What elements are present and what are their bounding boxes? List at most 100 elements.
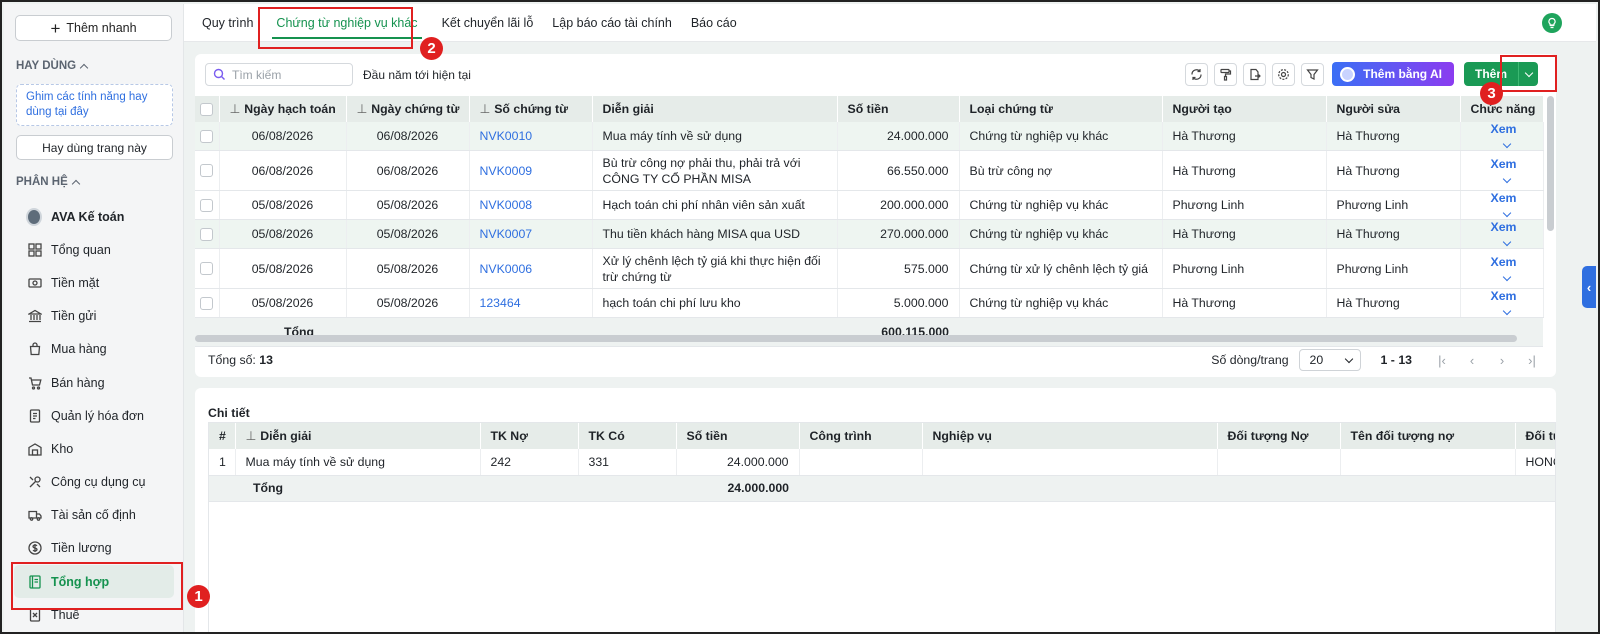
col-nguoi-sua[interactable]: Người sửa <box>1326 96 1461 122</box>
col-so-tien[interactable]: Số tiền <box>837 96 960 122</box>
table-row[interactable]: 05/08/2026 05/08/2026 NVK0008 Hạch toán chi… <box>195 190 1544 220</box>
col-doi-tuong-no[interactable]: Đối tượng Nợ <box>1217 423 1341 449</box>
sidebar-item-tong-quan[interactable]: Tổng quan <box>14 233 174 266</box>
select-all-checkbox[interactable] <box>200 102 214 116</box>
table-row[interactable]: 05/08/2026 05/08/2026 NVK0006 Xử lý chênh … <box>195 248 1544 289</box>
row-checkbox[interactable] <box>200 296 214 310</box>
sidebar-item-cong-cu[interactable]: Công cụ dụng cụ <box>14 466 174 499</box>
detail-table: # ⊥ Diễn giải TK Nợ TK Có Số tiền Công tr… <box>209 423 1555 502</box>
cell-so-chung-tu[interactable]: NVK0007 <box>469 219 593 249</box>
col-cong-trinh[interactable]: Công trình <box>799 423 923 449</box>
chevron-down-icon[interactable] <box>1502 237 1511 247</box>
tab-lap-bao-cao-tai-chinh[interactable]: Lập báo cáo tài chính <box>552 4 672 42</box>
sidebar-item-tong-hop[interactable]: Tổng hợp <box>14 565 174 599</box>
col-ngay-hach-toan[interactable]: ⊥ Ngày hạch toán <box>219 96 347 122</box>
quick-add-button[interactable]: + Thêm nhanh <box>15 15 172 41</box>
side-panel-handle[interactable]: ‹ <box>1582 266 1596 308</box>
row-checkbox[interactable] <box>200 198 214 212</box>
tab-quy-trinh[interactable]: Quy trình <box>202 4 253 42</box>
export-button[interactable] <box>1243 62 1267 86</box>
cell-ngay-chung-tu: 05/08/2026 <box>346 248 470 289</box>
add-dropdown-button[interactable] <box>1518 62 1538 86</box>
chevron-down-icon[interactable] <box>1502 208 1511 218</box>
hay-dung-page-button[interactable]: Hay dùng trang này <box>16 135 173 160</box>
sidebar-item-tien-luong[interactable]: Tiền lương <box>14 532 174 565</box>
chevron-down-icon[interactable] <box>1502 139 1511 149</box>
col-ten-doi-tuong-no[interactable]: Tên đối tượng nợ <box>1340 423 1516 449</box>
view-link[interactable]: Xem <box>1491 255 1517 269</box>
view-link[interactable]: Xem <box>1491 122 1517 136</box>
col-tk-co[interactable]: TK Có <box>578 423 677 449</box>
row-checkbox[interactable] <box>200 164 214 177</box>
period-filter[interactable]: Đầu năm tới hiện tại <box>363 68 471 82</box>
table-row[interactable]: 06/08/2026 06/08/2026 NVK0010 Mua máy tính … <box>195 122 1544 151</box>
col-so-chung-tu[interactable]: ⊥ Số chứng từ <box>469 96 593 122</box>
sidebar-item-ava[interactable]: AVA Kế toán <box>14 200 174 233</box>
sidebar-item-kho[interactable]: Kho <box>14 432 174 465</box>
sidebar-item-tai-san[interactable]: Tài sản cố định <box>14 499 174 532</box>
dollar-icon <box>28 541 42 556</box>
select-row-checkbox[interactable] <box>195 150 220 191</box>
prev-page-icon[interactable]: ‹ <box>1462 353 1482 368</box>
cell-so-chung-tu[interactable]: NVK0008 <box>469 190 593 220</box>
sidebar-item-mua-hang[interactable]: Mua hàng <box>14 333 174 366</box>
col-loai-chung-tu[interactable]: Loại chứng từ <box>959 96 1163 122</box>
rows-per-page-select[interactable]: 20 <box>1298 349 1361 371</box>
refresh-button[interactable] <box>1185 62 1209 86</box>
horizontal-scrollbar[interactable] <box>195 335 1517 342</box>
invoice-icon <box>28 409 42 423</box>
tab-ket-chuyen-lai-lo[interactable]: Kết chuyển lãi lỗ <box>442 4 534 42</box>
select-row-checkbox[interactable] <box>195 248 220 289</box>
col-doi-tuong-co[interactable]: Đối tư <box>1515 423 1555 449</box>
table-row[interactable]: 05/08/2026 05/08/2026 NVK0007 Thu tiền khác… <box>195 219 1544 249</box>
detail-row[interactable]: 1 Mua máy tính về sử dụng 242 331 24.000… <box>209 449 1555 476</box>
add-with-ai-button[interactable]: Thêm bằng AI <box>1332 62 1454 86</box>
cell-so-chung-tu[interactable]: NVK0006 <box>469 248 593 289</box>
sidebar-item-thue[interactable]: Thuế <box>14 598 174 631</box>
col-dien-giai[interactable]: ⊥ Diễn giải <box>235 423 481 449</box>
chevron-down-icon[interactable] <box>1502 306 1511 316</box>
sidebar-item-ban-hang[interactable]: Bán hàng <box>14 366 174 399</box>
select-row-checkbox[interactable] <box>195 190 220 220</box>
filter-button[interactable] <box>1301 62 1325 86</box>
search-input[interactable]: Tìm kiếm <box>205 63 353 86</box>
next-page-icon[interactable]: › <box>1492 353 1512 368</box>
view-link[interactable]: Xem <box>1491 289 1517 303</box>
first-page-icon[interactable]: |‹ <box>1432 353 1452 368</box>
select-row-checkbox[interactable] <box>195 288 220 318</box>
cell-so-chung-tu[interactable]: NVK0009 <box>469 150 593 191</box>
table-row[interactable]: 06/08/2026 06/08/2026 NVK0009 Bù trừ công n… <box>195 150 1544 191</box>
select-row-checkbox[interactable] <box>195 122 220 151</box>
row-checkbox[interactable] <box>200 227 214 241</box>
lightbulb-icon[interactable] <box>1542 13 1562 33</box>
last-page-icon[interactable]: ›| <box>1522 353 1542 368</box>
select-row-checkbox[interactable] <box>195 219 220 249</box>
sidebar-item-hoa-don[interactable]: Quản lý hóa đơn <box>14 399 174 432</box>
tab-chung-tu-nghiep-vu-khac[interactable]: Chứng từ nghiệp vụ khác <box>272 4 422 42</box>
settings-button[interactable] <box>1272 62 1296 86</box>
view-link[interactable]: Xem <box>1491 220 1517 234</box>
cell-so-chung-tu[interactable]: 123464 <box>469 288 593 318</box>
col-nghiep-vu[interactable]: Nghiệp vụ <box>922 423 1218 449</box>
chevron-down-icon[interactable] <box>1502 272 1511 281</box>
row-checkbox[interactable] <box>200 129 214 143</box>
col-so-tien[interactable]: Số tiền <box>676 423 800 449</box>
col-nguoi-tao[interactable]: Người tạo <box>1162 96 1327 122</box>
format-painter-button[interactable] <box>1214 62 1238 86</box>
sidebar-item-tien-mat[interactable]: Tiền mặt <box>14 266 174 299</box>
tab-bao-cao[interactable]: Báo cáo <box>691 4 737 42</box>
col-ngay-chung-tu[interactable]: ⊥ Ngày chứng từ <box>346 96 470 122</box>
vertical-scrollbar[interactable] <box>1547 96 1554 231</box>
hay-dung-section-toggle[interactable]: HAY DÙNG <box>16 60 89 72</box>
chevron-down-icon[interactable] <box>1502 174 1511 183</box>
col-label: Số chứng từ <box>494 102 569 116</box>
table-row[interactable]: 05/08/2026 05/08/2026 123464 hạch toán chi … <box>195 288 1544 318</box>
view-link[interactable]: Xem <box>1491 191 1517 205</box>
col-dien-giai[interactable]: Diễn giải <box>592 96 838 122</box>
view-link[interactable]: Xem <box>1491 157 1517 171</box>
phan-he-section-toggle[interactable]: PHÂN HỆ <box>16 176 81 188</box>
sidebar-item-tien-gui[interactable]: Tiền gửi <box>14 300 174 333</box>
row-checkbox[interactable] <box>200 262 214 275</box>
col-tk-no[interactable]: TK Nợ <box>480 423 579 449</box>
cell-so-chung-tu[interactable]: NVK0010 <box>469 122 593 151</box>
